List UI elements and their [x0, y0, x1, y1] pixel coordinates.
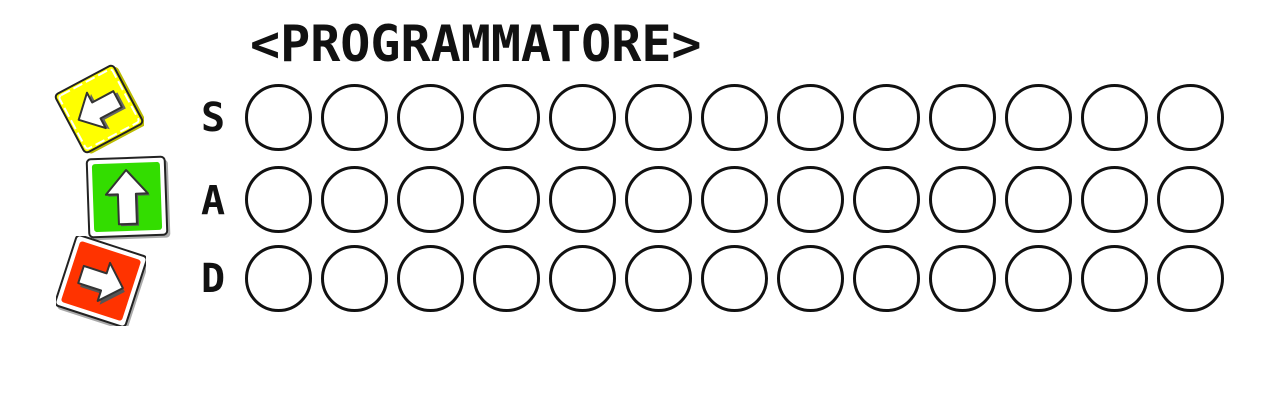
slot-a-6[interactable]	[625, 166, 692, 233]
slot-s-12[interactable]	[1081, 84, 1148, 151]
row-label-s: S	[200, 95, 226, 141]
slot-a-13[interactable]	[1157, 166, 1224, 233]
tile-a[interactable]	[82, 152, 172, 242]
slot-d-8[interactable]	[777, 245, 844, 312]
arrow-left-icon	[54, 64, 144, 154]
slot-s-9[interactable]	[853, 84, 920, 151]
slot-d-2[interactable]	[321, 245, 388, 312]
slot-a-5[interactable]	[549, 166, 616, 233]
slot-a-10[interactable]	[929, 166, 996, 233]
page-title: <PROGRAMMATORE>	[250, 15, 702, 73]
slot-s-7[interactable]	[701, 84, 768, 151]
slot-a-12[interactable]	[1081, 166, 1148, 233]
slot-row-d	[245, 245, 1224, 315]
arrow-right-icon	[56, 236, 146, 326]
slot-d-4[interactable]	[473, 245, 540, 312]
slot-d-7[interactable]	[701, 245, 768, 312]
slot-s-6[interactable]	[625, 84, 692, 151]
tile-d[interactable]	[56, 236, 146, 326]
slot-row-s	[245, 84, 1224, 154]
slot-a-4[interactable]	[473, 166, 540, 233]
slot-s-4[interactable]	[473, 84, 540, 151]
slot-d-13[interactable]	[1157, 245, 1224, 312]
slot-a-8[interactable]	[777, 166, 844, 233]
slot-d-11[interactable]	[1005, 245, 1072, 312]
slot-d-9[interactable]	[853, 245, 920, 312]
arrow-up-icon	[85, 155, 171, 241]
slot-a-1[interactable]	[245, 166, 312, 233]
slot-a-2[interactable]	[321, 166, 388, 233]
slot-s-13[interactable]	[1157, 84, 1224, 151]
slot-s-3[interactable]	[397, 84, 464, 151]
slot-s-11[interactable]	[1005, 84, 1072, 151]
row-label-d: D	[200, 256, 226, 302]
slot-s-8[interactable]	[777, 84, 844, 151]
slot-d-12[interactable]	[1081, 245, 1148, 312]
slot-a-3[interactable]	[397, 166, 464, 233]
slot-row-a	[245, 166, 1224, 236]
slot-a-7[interactable]	[701, 166, 768, 233]
programmer-sheet: <PROGRAMMATORE> S A D	[0, 0, 1275, 400]
slot-a-11[interactable]	[1005, 166, 1072, 233]
slot-s-10[interactable]	[929, 84, 996, 151]
slot-a-9[interactable]	[853, 166, 920, 233]
slot-d-10[interactable]	[929, 245, 996, 312]
slot-d-5[interactable]	[549, 245, 616, 312]
slot-s-5[interactable]	[549, 84, 616, 151]
slot-s-1[interactable]	[245, 84, 312, 151]
slot-d-6[interactable]	[625, 245, 692, 312]
row-label-a: A	[200, 178, 226, 224]
tile-s[interactable]	[54, 64, 144, 154]
slot-s-2[interactable]	[321, 84, 388, 151]
slot-d-1[interactable]	[245, 245, 312, 312]
slot-d-3[interactable]	[397, 245, 464, 312]
